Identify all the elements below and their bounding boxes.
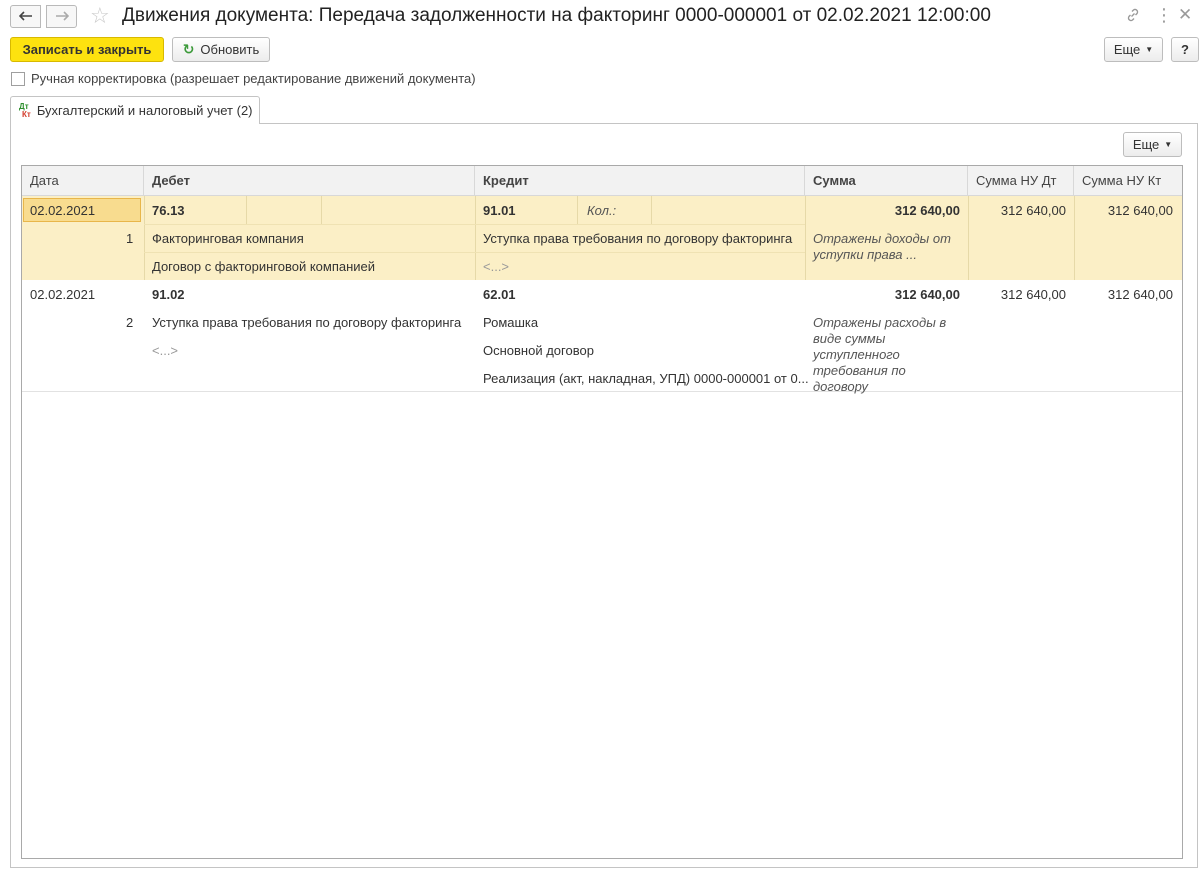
credit-subconto-1: Ромашка [483,315,539,330]
row-number: 2 [126,315,134,330]
debit-subconto-2: Договор с факторинговой компанией [152,259,376,274]
credit-quantity-label: Кол.: [587,203,617,218]
close-icon[interactable]: ✕ [1178,5,1192,25]
credit-account: 62.01 [483,287,516,302]
credit-subconto-2: Основной договор [483,343,594,358]
debit-account: 76.13 [152,203,185,218]
debit-subconto-1: Уступка права требования по договору фак… [152,315,462,330]
column-header-debit[interactable]: Дебет [144,166,475,196]
star-icon[interactable]: ☆ [90,4,110,28]
credit-subconto-2: <...> [483,259,510,274]
debit-subconto-2: <...> [152,343,179,358]
table-row[interactable]: 02.02.2021 2 91.02 Уступка права требова… [22,280,1182,394]
manual-correction-checkbox[interactable] [11,71,25,86]
tab-label: Бухгалтерский и налоговый учет (2) [36,103,253,118]
table-more-button[interactable]: Еще ▼ [1123,132,1182,157]
amount-nu-dt: 312 640,00 [1000,203,1066,218]
more-vertical-icon[interactable]: ⋮ [1155,5,1173,26]
entry-comment: Отражены доходы от уступки права ... [813,231,951,262]
amount-nu-kt: 312 640,00 [1107,287,1173,302]
row-date: 02.02.2021 [30,287,96,302]
amount-nu-kt: 312 640,00 [1107,203,1173,218]
link-icon[interactable] [1125,7,1141,28]
column-header-amount-nu-dt[interactable]: Сумма НУ Дт [968,166,1074,196]
column-header-amount[interactable]: Сумма [805,166,968,196]
entries-table[interactable]: Дата Дебет Кредит Сумма Сумма НУ Дт Сумм… [21,165,1183,859]
back-button[interactable] [10,5,41,28]
dt-kt-icon: Дт Кт [19,101,31,119]
manual-correction-row[interactable]: Ручная корректировка (разрешает редактир… [11,71,476,86]
table-header: Дата Дебет Кредит Сумма Сумма НУ Дт Сумм… [22,166,1182,196]
forward-button[interactable] [46,5,77,28]
arrow-left-icon [18,9,33,24]
entry-comment: Отражены расходы в виде суммы уступленно… [813,315,947,394]
refresh-label: Обновить [200,42,260,57]
save-and-close-button[interactable]: Записать и закрыть [10,37,164,62]
refresh-button[interactable]: ↻ Обновить [172,37,270,62]
refresh-icon: ↻ [182,41,195,57]
caret-down-icon: ▼ [1145,45,1154,54]
manual-correction-label: Ручная корректировка (разрешает редактир… [31,71,476,86]
row-number: 1 [126,231,134,246]
debit-subconto-1: Факторинговая компания [152,231,304,246]
amount: 312 640,00 [894,203,960,218]
help-button[interactable]: ? [1171,37,1199,62]
page-title: Движения документа: Передача задолженнос… [122,5,991,26]
credit-account: 91.01 [483,203,516,218]
table-row[interactable]: 02.02.2021 1 76.13 Факторинговая компани… [22,196,1182,280]
arrow-right-icon [55,9,69,24]
amount: 312 640,00 [894,287,960,302]
credit-subconto-1: Уступка права требования по договору фак… [483,231,793,246]
debit-account: 91.02 [152,287,185,302]
more-label: Еще [1113,42,1141,57]
tab-panel: Еще ▼ Дата Дебет Кредит Сумма Сумма НУ Д… [10,123,1198,868]
amount-nu-dt: 312 640,00 [1000,287,1066,302]
tab-accounting[interactable]: Дт Кт Бухгалтерский и налоговый учет (2) [10,96,260,124]
column-header-date[interactable]: Дата [22,166,144,196]
caret-down-icon: ▼ [1164,140,1173,149]
credit-subconto-3: Реализация (акт, накладная, УПД) 0000-00… [483,371,809,386]
more-button[interactable]: Еще ▼ [1104,37,1163,62]
table-more-label: Еще [1132,137,1160,152]
column-header-amount-nu-kt[interactable]: Сумма НУ Кт [1074,166,1182,196]
column-header-credit[interactable]: Кредит [475,166,805,196]
row-date: 02.02.2021 [30,203,96,218]
